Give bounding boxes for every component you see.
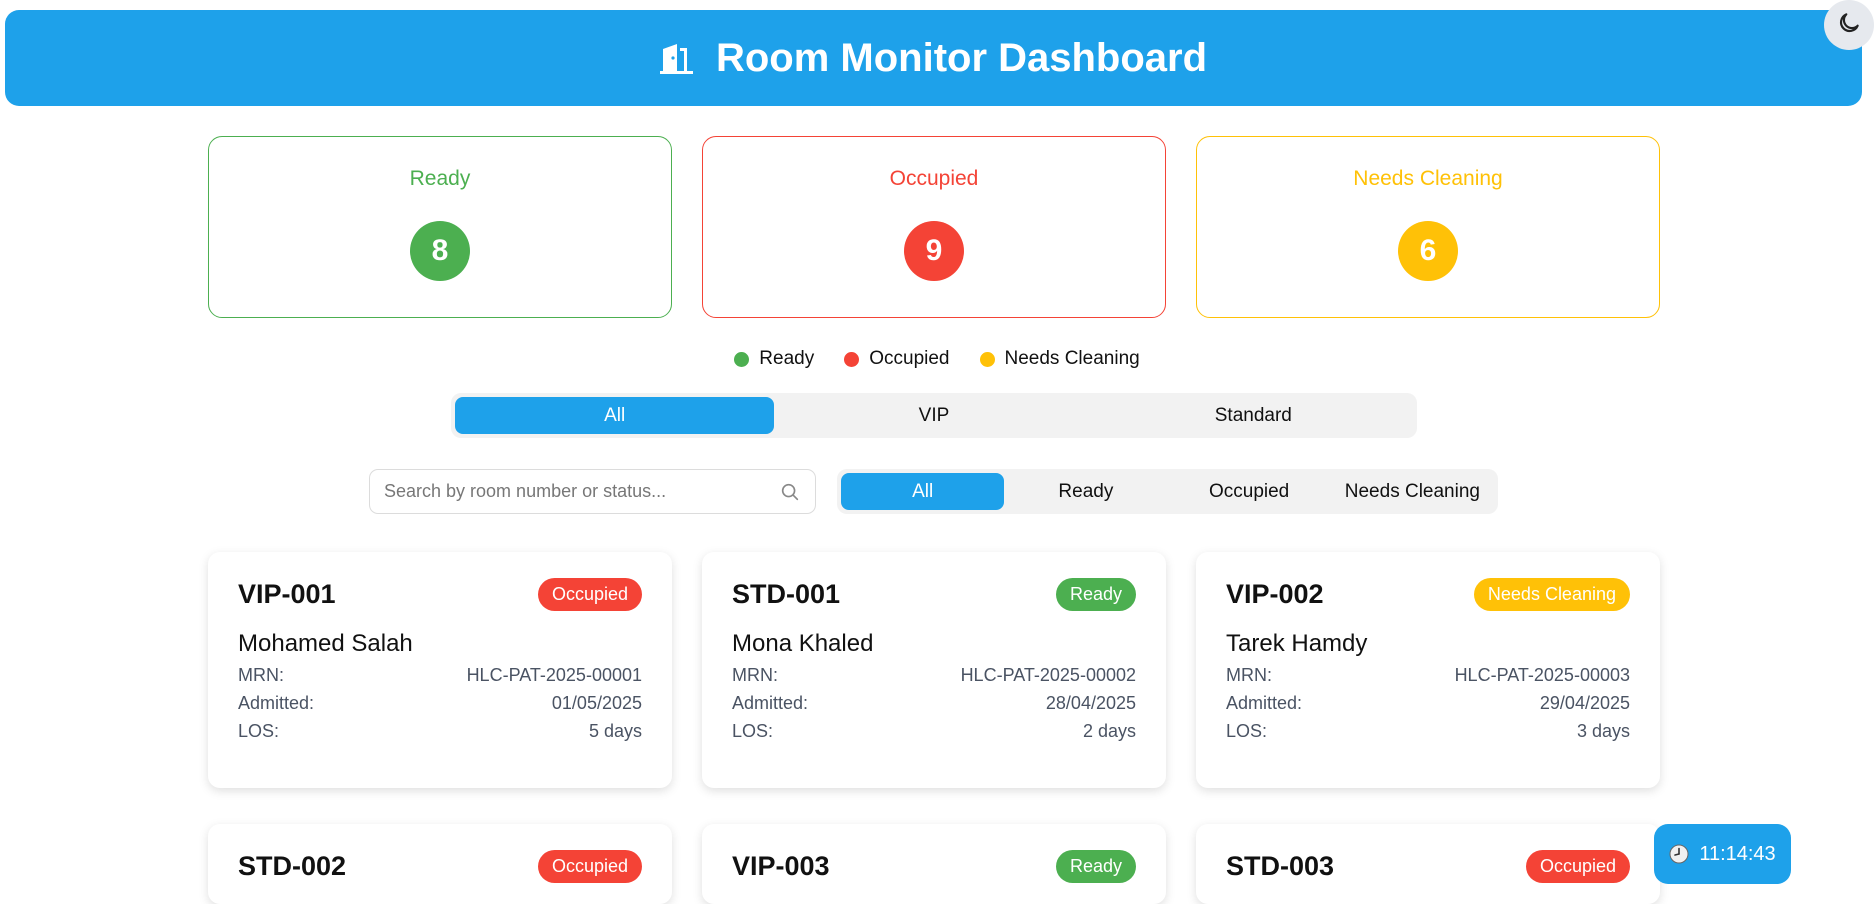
- legend-label: Needs Cleaning: [1004, 348, 1140, 369]
- legend-item-ready: Ready: [734, 348, 814, 370]
- admitted-label: Admitted:: [238, 693, 315, 713]
- mrn-label: MRN:: [238, 665, 284, 685]
- los-label: LOS:: [732, 721, 774, 741]
- admitted-label: Admitted:: [1226, 693, 1303, 713]
- los-value: 2 days: [1082, 721, 1136, 741]
- admitted-value: 28/04/2025: [1045, 693, 1136, 713]
- filter-all[interactable]: All: [841, 473, 1005, 510]
- moon-icon: [1836, 10, 1862, 41]
- admitted-row: Admitted: 29/04/2025: [1226, 693, 1630, 714]
- room-card[interactable]: VIP-003 Ready: [702, 824, 1166, 904]
- room-card[interactable]: STD-003 Occupied: [1196, 824, 1660, 904]
- status-badge: Occupied: [537, 577, 642, 611]
- status-badge: Ready: [1055, 577, 1136, 611]
- stat-label: Occupied: [889, 167, 979, 190]
- admitted-value: 01/05/2025: [551, 693, 642, 713]
- search-icon[interactable]: [779, 481, 801, 503]
- legend-dot: [844, 351, 860, 367]
- admitted-row: Admitted: 01/05/2025: [238, 693, 642, 714]
- stat-label: Needs Cleaning: [1353, 167, 1503, 190]
- filter-ready[interactable]: Ready: [1004, 473, 1167, 510]
- legend-dot: [734, 351, 750, 367]
- mrn-row: MRN: HLC-PAT-2025-00001: [238, 665, 642, 686]
- status-badge: Occupied: [1525, 849, 1630, 883]
- room-number: STD-002: [238, 850, 347, 881]
- stat-count: 9: [904, 221, 964, 281]
- room-card[interactable]: VIP-002 Needs Cleaning Tarek Hamdy MRN: …: [1196, 552, 1660, 788]
- clock-time: 11:14:43: [1699, 842, 1776, 865]
- mrn-value: HLC-PAT-2025-00001: [466, 665, 642, 685]
- patient-name: Mohamed Salah: [238, 630, 413, 657]
- room-number: VIP-002: [1226, 578, 1324, 609]
- legend-item-occupied: Occupied: [844, 348, 950, 370]
- stat-count: 8: [410, 221, 470, 281]
- search-box: [369, 469, 816, 514]
- los-row: LOS: 2 days: [732, 721, 1136, 742]
- room-card[interactable]: STD-001 Ready Mona Khaled MRN: HLC-PAT-2…: [702, 552, 1166, 788]
- app-header: Room Monitor Dashboard: [5, 10, 1862, 106]
- status-legend: Ready Occupied Needs Cleaning: [0, 348, 1874, 370]
- room-number: VIP-001: [238, 578, 336, 609]
- stat-card-needs-cleaning: Needs Cleaning 6: [1196, 136, 1660, 318]
- mrn-value: HLC-PAT-2025-00003: [1454, 665, 1630, 685]
- page-title: Room Monitor Dashboard: [715, 35, 1208, 80]
- status-badge: Ready: [1055, 849, 1136, 883]
- admitted-value: 29/04/2025: [1539, 693, 1630, 713]
- tab-vip[interactable]: VIP: [774, 397, 1093, 434]
- status-badge: Needs Cleaning: [1473, 577, 1630, 611]
- stat-count: 6: [1398, 221, 1458, 281]
- patient-name: Tarek Hamdy: [1226, 630, 1368, 657]
- admitted-row: Admitted: 28/04/2025: [732, 693, 1136, 714]
- filter-needs-cleaning[interactable]: Needs Cleaning: [1331, 473, 1494, 510]
- legend-label: Occupied: [869, 348, 950, 369]
- stat-card-occupied: Occupied 9: [702, 136, 1166, 318]
- mrn-row: MRN: HLC-PAT-2025-00002: [732, 665, 1136, 686]
- clock-widget: 11:14:43: [1654, 824, 1791, 884]
- door-icon: [659, 41, 698, 75]
- search-input[interactable]: [384, 481, 779, 502]
- mrn-value: HLC-PAT-2025-00002: [960, 665, 1136, 685]
- los-row: LOS: 3 days: [1226, 721, 1630, 742]
- filter-occupied[interactable]: Occupied: [1168, 473, 1331, 510]
- patient-name: Mona Khaled: [732, 630, 874, 657]
- legend-item-needs-cleaning: Needs Cleaning: [979, 348, 1140, 370]
- tab-standard[interactable]: Standard: [1094, 397, 1413, 434]
- theme-toggle-button[interactable]: [1824, 0, 1874, 50]
- clock-icon: [1669, 844, 1689, 864]
- status-badge: Occupied: [537, 849, 642, 883]
- los-value: 3 days: [1576, 721, 1630, 741]
- mrn-label: MRN:: [732, 665, 778, 685]
- los-label: LOS:: [1226, 721, 1268, 741]
- admitted-label: Admitted:: [732, 693, 809, 713]
- room-type-tabs: All VIP Standard: [451, 393, 1417, 438]
- room-number: STD-001: [732, 578, 841, 609]
- stat-label: Ready: [409, 167, 471, 190]
- mrn-label: MRN:: [1226, 665, 1272, 685]
- los-row: LOS: 5 days: [238, 721, 642, 742]
- tab-all[interactable]: All: [455, 397, 775, 434]
- room-card[interactable]: VIP-001 Occupied Mohamed Salah MRN: HLC-…: [208, 552, 672, 788]
- room-card[interactable]: STD-002 Occupied: [208, 824, 672, 904]
- status-filter-tabs: All Ready Occupied Needs Cleaning: [837, 469, 1498, 514]
- legend-label: Ready: [759, 348, 815, 369]
- room-number: STD-003: [1226, 850, 1335, 881]
- los-value: 5 days: [588, 721, 642, 741]
- stat-card-ready: Ready 8: [208, 136, 672, 318]
- legend-dot: [979, 351, 995, 367]
- los-label: LOS:: [238, 721, 280, 741]
- mrn-row: MRN: HLC-PAT-2025-00003: [1226, 665, 1630, 686]
- room-number: VIP-003: [732, 850, 830, 881]
